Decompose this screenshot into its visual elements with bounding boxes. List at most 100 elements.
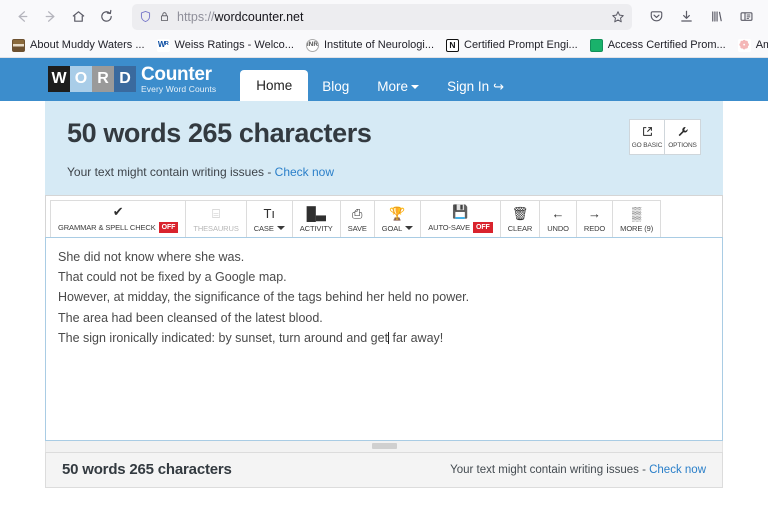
bookmarks-bar: About Muddy Waters ... Wᴿ Weiss Ratings - … (0, 33, 768, 58)
weiss-ratings-favicon: Wᴿ (156, 38, 170, 52)
external-link-icon (641, 125, 654, 140)
toolbar-button-label: AUTO-SAVE OFF (428, 221, 493, 233)
browser-nav-bar: https://wordcounter.net (0, 0, 768, 33)
toolbar-button-label: UNDO (547, 223, 569, 233)
address-bar[interactable]: https://wordcounter.net (132, 3, 632, 30)
downloads-icon[interactable] (672, 4, 700, 30)
padlock-icon[interactable] (159, 11, 170, 22)
sidebar-icon[interactable] (732, 4, 760, 30)
check-now-link[interactable]: Check now (275, 165, 334, 179)
save-button[interactable]: ⎙ SAVE (339, 199, 375, 237)
panel-action-buttons: GO BASIC OPTIONS (629, 119, 701, 155)
institute-neurology-favicon: INR (305, 38, 319, 52)
status-badge: OFF (472, 221, 493, 233)
logo-block-w: W (48, 65, 70, 92)
url-text[interactable]: https://wordcounter.net (177, 10, 611, 24)
browser-toolbar-icons (642, 4, 760, 30)
footer-writing-issues: Your text might contain writing issues -… (450, 464, 706, 476)
url-host: wordcounter.net (214, 9, 304, 24)
bookmark-label: Institute of Neurologi... (323, 39, 434, 51)
nav-tab-sign-in[interactable]: Sign In ↪ (433, 72, 518, 102)
toolbar-button-label: REDO (583, 223, 606, 233)
toolbar-button-label: THESAURUS (193, 223, 239, 233)
reload-icon[interactable] (92, 4, 120, 30)
resize-handle[interactable] (371, 443, 397, 450)
redo-icon: → (588, 206, 602, 222)
toolbar-button-label: GRAMMAR & SPELL CHECK OFF (58, 221, 179, 233)
toolbar-button-label: ACTIVITY (299, 223, 333, 233)
text-editor[interactable]: She did not know where she was. That coul… (45, 236, 723, 441)
editor-line: The area had been cleansed of the latest… (58, 310, 323, 325)
toolbar-button-label: GOAL (382, 224, 414, 233)
go-basic-button[interactable]: GO BASIC (629, 119, 665, 155)
site-header: W O R D Counter Every Word Counts Home Bl… (0, 58, 768, 101)
logo-block-o: O (70, 65, 92, 92)
options-button[interactable]: OPTIONS (665, 119, 701, 155)
case-button[interactable]: Tı CASE (245, 199, 293, 237)
notion-favicon: N (446, 38, 459, 52)
grammar-spell-check-button[interactable]: ✔ GRAMMAR & SPELL CHECK OFF (50, 199, 187, 237)
footer-word-count: 50 words 265 characters (62, 461, 232, 479)
toolbar-button-label: CLEAR (507, 223, 533, 233)
bookmark-item[interactable]: INR Institute of Neurologi... (300, 37, 440, 54)
bookmark-star-icon[interactable] (611, 10, 625, 24)
sign-in-arrow-icon: ↪ (493, 78, 504, 94)
amazon-ads-favicon: ❁ (737, 38, 751, 52)
wrench-icon (676, 125, 689, 140)
toolbar-button-label: SAVE (347, 223, 367, 233)
thesaurus-button: ⌸ THESAURUS (185, 199, 247, 237)
logo-block-d: D (114, 65, 136, 92)
goal-button[interactable]: 🏆 GOAL (373, 199, 422, 237)
chevron-down-icon (411, 84, 420, 89)
undo-button[interactable]: ← UNDO (539, 199, 577, 237)
shield-icon[interactable] (139, 10, 152, 23)
editor-line-text: The sign ironically indicated: by sunset… (58, 330, 389, 345)
chevron-down-icon (405, 226, 414, 231)
logo-letter-blocks: W O R D (48, 65, 136, 92)
footer-check-now-link[interactable]: Check now (649, 464, 706, 476)
writing-issues-text: Your text might contain writing issues - (67, 164, 275, 179)
nav-tab-label: Home (256, 77, 293, 93)
wordcounter-logo[interactable]: W O R D Counter Every Word Counts (48, 65, 216, 94)
logo-block-r: R (92, 65, 114, 92)
go-basic-label: GO BASIC (631, 142, 663, 149)
bookmark-label: About Muddy Waters ... (30, 39, 145, 51)
more-icon: ▒ (632, 206, 642, 222)
toolbar-button-label: CASE (254, 224, 285, 233)
bookmark-label: Amazon Ads fo (755, 39, 768, 51)
nav-tab-label: More (377, 78, 409, 94)
bookmark-label: Certified Prompt Engi... (464, 39, 578, 51)
redo-button[interactable]: → REDO (575, 199, 614, 237)
bookmark-item[interactable]: About Muddy Waters ... (6, 37, 151, 54)
logo-tagline: Every Word Counts (141, 83, 217, 94)
activity-icon: █▃ (306, 206, 326, 222)
footer-issues-text: Your text might contain writing issues - (450, 463, 650, 476)
toolbar-button-label: MORE (9) (620, 223, 654, 233)
editor-line: She did not know where she was. (58, 249, 245, 264)
word-count-panel: 50 words 265 characters Your text might … (45, 101, 723, 195)
undo-icon: ← (551, 206, 565, 222)
status-badge: OFF (158, 221, 179, 233)
nav-tab-home[interactable]: Home (240, 69, 309, 101)
nav-tab-blog[interactable]: Blog (308, 72, 363, 102)
editor-resize-strip[interactable] (45, 440, 723, 452)
writing-issues-notice: Your text might contain writing issues -… (67, 165, 701, 179)
nav-tab-more[interactable]: More (363, 72, 433, 102)
bookmark-item[interactable]: Wᴿ Weiss Ratings - Welco... (151, 37, 300, 54)
home-icon[interactable] (64, 4, 92, 30)
nav-tab-label: Sign In (447, 78, 490, 94)
activity-button[interactable]: █▃ ACTIVITY (291, 199, 341, 237)
forward-button[interactable] (36, 4, 64, 30)
auto-save-button[interactable]: 💾 AUTO-SAVE OFF (420, 199, 501, 237)
library-icon[interactable] (702, 4, 730, 30)
bookmark-item[interactable]: N Certified Prompt Engi... (440, 37, 584, 54)
muddy-waters-favicon (12, 38, 25, 52)
back-button[interactable] (8, 4, 36, 30)
clear-button[interactable]: 🗑 CLEAR (499, 199, 541, 237)
bookmark-item[interactable]: ❁ Amazon Ads fo (732, 37, 768, 54)
goal-icon: 🏆 (389, 206, 406, 222)
pocket-icon[interactable] (642, 4, 670, 30)
more-button[interactable]: ▒ MORE (9) (612, 199, 662, 237)
nav-tab-label: Blog (322, 78, 350, 94)
bookmark-item[interactable]: Access Certified Prom... (584, 37, 732, 54)
